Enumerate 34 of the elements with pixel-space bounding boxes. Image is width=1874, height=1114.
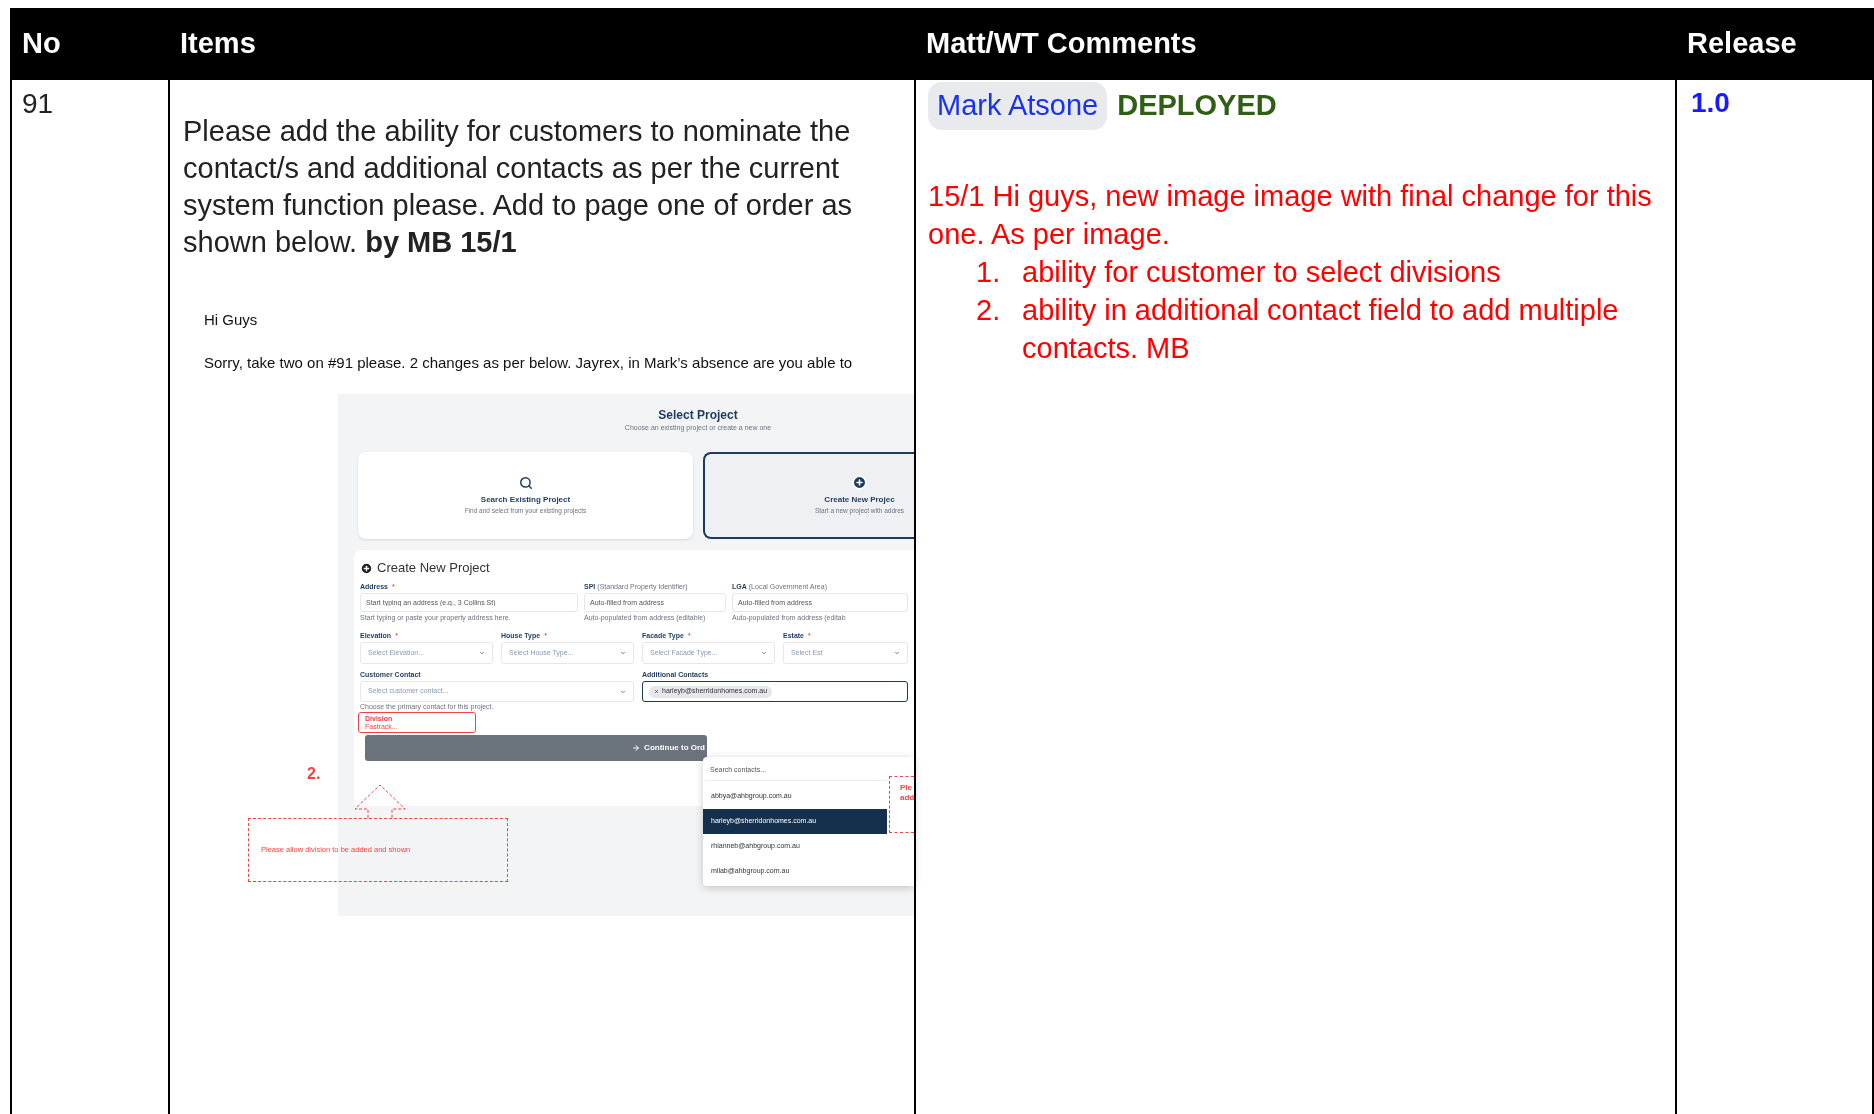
status-text: DEPLOYED	[1117, 88, 1277, 123]
item-description: Please add the ability for customers to nominate the contact/s and additional contacts as per the current system function please. Add to page one of order as shown below. by MB 15/1	[182, 114, 854, 260]
form-title: Create New Project	[377, 560, 490, 576]
table-cell: 91	[22, 88, 54, 119]
caret-icon	[620, 650, 626, 656]
comment-note: 15/1 Hi guys, new image image with final change for this one. As per image.	[928, 178, 1653, 252]
person-mention[interactable]: Mark Atsone	[928, 82, 1108, 130]
arrow-icon	[632, 744, 641, 752]
search-icon	[518, 475, 533, 490]
list-item-text: ability for customer to select divisions	[1022, 254, 1501, 290]
list-number: 2.	[976, 292, 1002, 328]
plus-circle-icon	[360, 561, 373, 575]
list-item-text: ability in additional contact field to add multiple contacts. MB	[1022, 292, 1620, 366]
email-greeting: Hi Guys	[204, 310, 259, 330]
annotation-note: add	[900, 793, 914, 803]
email-message: Sorry, take two on #91 please. 2 changes as per below. Jayrex, in Mark’s absence are you able to	[204, 352, 854, 373]
continue-button[interactable]: Continue to Ord	[365, 735, 707, 761]
annotation-note: Ple	[900, 783, 913, 793]
screen-title: Select Project	[658, 408, 738, 423]
option-title: Create New Projec	[824, 494, 895, 507]
caret-icon	[894, 650, 900, 656]
remove-icon[interactable]	[654, 689, 659, 694]
column-header: Items	[180, 26, 256, 62]
caret-icon	[761, 650, 767, 656]
release-version: 1.0	[1691, 87, 1730, 118]
plus-circle-icon	[852, 475, 867, 491]
column-header: Matt/WT Comments	[926, 26, 1197, 62]
caret-icon	[479, 650, 485, 656]
caret-icon	[620, 688, 626, 695]
column-header: No	[22, 26, 61, 62]
option-title: Search Existing Project	[480, 493, 571, 506]
annotation-number: 2.	[307, 764, 321, 784]
list-number: 1.	[976, 254, 1002, 290]
column-header: Release	[1687, 26, 1797, 62]
